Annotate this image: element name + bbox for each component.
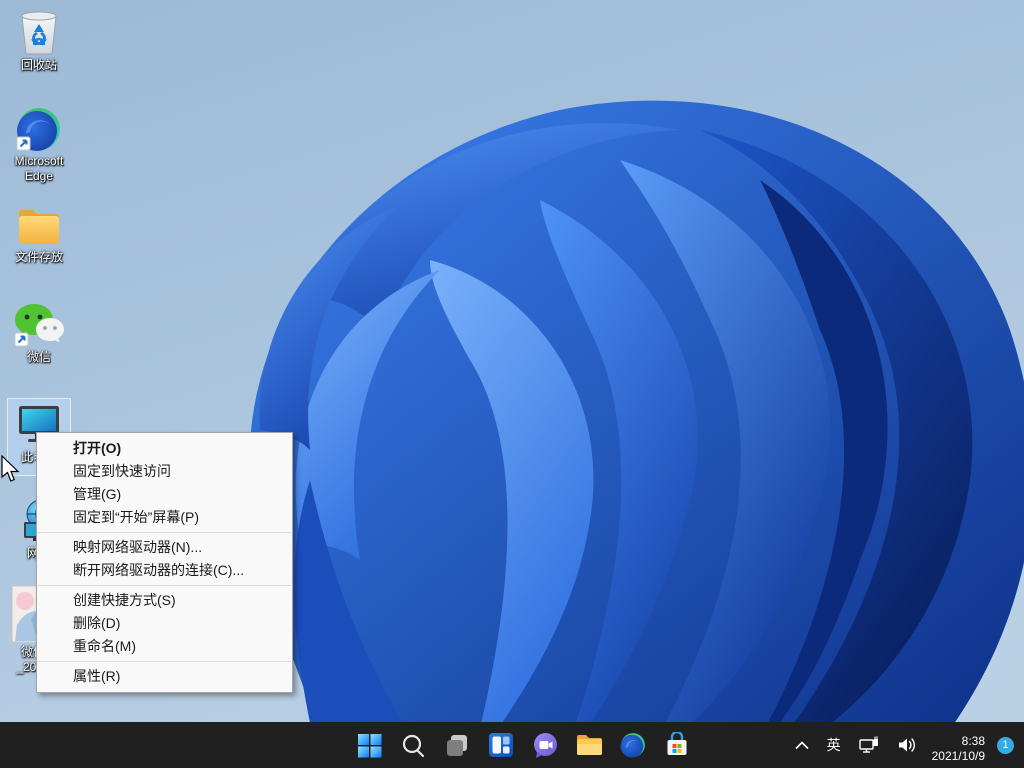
icon-label: 回收站 — [1, 58, 77, 73]
clock[interactable]: 8:38 2021/10/9 — [928, 727, 989, 763]
file-explorer-icon — [576, 733, 603, 757]
show-hidden-icons-button[interactable] — [788, 727, 816, 763]
search-button[interactable] — [391, 725, 435, 765]
taskbar-center-icons — [347, 722, 699, 768]
menu-item-pin-to-start[interactable]: 固定到“开始”屏幕(P) — [37, 506, 292, 529]
desktop-icon-files-folder[interactable]: 文件存放 — [1, 206, 77, 265]
menu-item-rename[interactable]: 重命名(M) — [37, 635, 292, 658]
desktop-icon-recycle-bin[interactable]: 回收站 — [1, 8, 77, 73]
desktop: 回收站 Microsoft Edge 文件存放 — [0, 0, 1024, 768]
speaker-icon — [897, 736, 917, 754]
edge-icon — [16, 106, 62, 152]
icon-label: 文件存放 — [1, 250, 77, 265]
notification-badge[interactable]: 1 — [997, 737, 1014, 754]
edge-icon — [620, 732, 646, 758]
menu-item-properties[interactable]: 属性(R) — [37, 665, 292, 688]
menu-item-delete[interactable]: 删除(D) — [37, 612, 292, 635]
icon-label: Microsoft Edge — [1, 154, 77, 184]
ethernet-network-icon — [859, 736, 879, 754]
desktop-icon-wechat[interactable]: 微信 — [1, 302, 77, 365]
menu-item-pin-quick-access[interactable]: 固定到快速访问 — [37, 460, 292, 483]
tray-time: 8:38 — [932, 734, 985, 749]
menu-item-manage[interactable]: 管理(G) — [37, 483, 292, 506]
store-button[interactable] — [655, 725, 699, 765]
wechat-icon — [14, 302, 64, 348]
menu-item-disconnect-network-drive[interactable]: 断开网络驱动器的连接(C)... — [37, 559, 292, 582]
menu-item-open[interactable]: 打开(O) — [37, 437, 292, 460]
widgets-icon — [488, 732, 514, 758]
store-icon — [664, 732, 690, 758]
taskbar-tray: 英 8:38 2021/10/9 — [788, 722, 1024, 768]
context-menu: 打开(O) 固定到快速访问 管理(G) 固定到“开始”屏幕(P) 映射网络驱动器… — [36, 432, 293, 693]
tray-date: 2021/10/9 — [932, 749, 985, 764]
menu-item-map-network-drive[interactable]: 映射网络驱动器(N)... — [37, 536, 292, 559]
file-explorer-button[interactable] — [567, 725, 611, 765]
chat-icon — [532, 732, 559, 759]
search-icon — [401, 733, 426, 758]
recycle-bin-icon — [16, 8, 62, 56]
chat-button[interactable] — [523, 725, 567, 765]
menu-separator — [38, 532, 291, 533]
icon-label: 微信 — [1, 350, 77, 365]
mouse-cursor — [0, 455, 20, 485]
volume-tray-button[interactable] — [890, 727, 924, 763]
taskbar: 英 8:38 2021/10/9 — [0, 722, 1024, 768]
menu-item-create-shortcut[interactable]: 创建快捷方式(S) — [37, 589, 292, 612]
start-button[interactable] — [347, 725, 391, 765]
chevron-up-icon — [795, 741, 809, 750]
widgets-button[interactable] — [479, 725, 523, 765]
task-view-icon — [444, 732, 470, 758]
menu-separator — [38, 661, 291, 662]
start-icon — [357, 733, 382, 758]
menu-separator — [38, 585, 291, 586]
ime-language-indicator[interactable]: 英 — [820, 727, 848, 763]
edge-taskbar-button[interactable] — [611, 725, 655, 765]
desktop-icon-edge[interactable]: Microsoft Edge — [1, 106, 77, 184]
network-tray-button[interactable] — [852, 727, 886, 763]
folder-icon — [16, 206, 62, 248]
task-view-button[interactable] — [435, 725, 479, 765]
